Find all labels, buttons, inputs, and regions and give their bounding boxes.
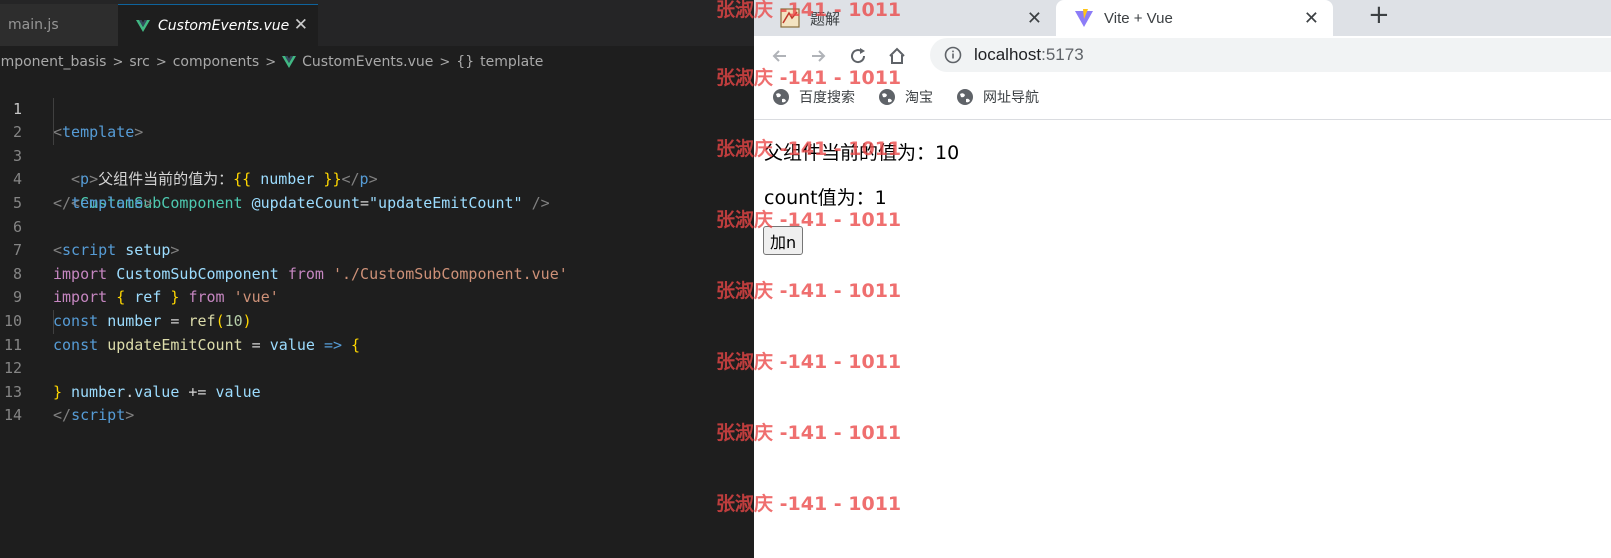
close-tab-icon[interactable]: ✕ <box>1304 8 1319 29</box>
code-line: 2 <p>父组件当前的值为：{{ number }}</p> <box>0 97 754 188</box>
code-line: 1 <template> <box>0 74 754 142</box>
code-line: 10 const updateEmitCount = value => { <box>0 286 754 354</box>
code-token: > <box>125 406 135 425</box>
tab-main-js[interactable]: main.js <box>0 4 118 46</box>
breadcrumb-components[interactable]: components <box>173 54 260 70</box>
watermark-text: 张淑庆 -141 - 1011 <box>716 422 902 444</box>
breadcrumb-separator: > <box>265 54 277 70</box>
close-tab-icon[interactable]: ✕ <box>294 16 308 34</box>
bookmark-label: 百度搜索 <box>799 90 855 106</box>
tab-label: CustomEvents.vue <box>158 17 290 34</box>
breadcrumb-symbol[interactable]: template <box>480 54 543 70</box>
vue-file-icon <box>136 19 150 32</box>
code-area[interactable]: 1 <template> 2 <p>父组件当前的值为：{{ number }}<… <box>0 74 754 425</box>
url-port: :5173 <box>1041 45 1084 64</box>
parent-value: 10 <box>935 142 960 164</box>
watermark-text: 张淑庆 -141 - 1011 <box>716 138 902 160</box>
breadcrumb-project[interactable]: omponent_basis <box>0 54 106 70</box>
info-icon[interactable] <box>944 46 962 64</box>
browser-tab-vite-vue[interactable]: Vite + Vue ✕ <box>1056 0 1333 36</box>
globe-icon <box>957 89 973 105</box>
bookmark-item[interactable]: 淘宝 <box>878 87 933 107</box>
breadcrumb-file[interactable]: CustomEvents.vue <box>302 54 433 70</box>
indent-guide <box>53 97 54 122</box>
watermark-text: 张淑庆 -141 - 1011 <box>716 280 902 302</box>
breadcrumb-separator: > <box>155 54 167 70</box>
bookmark-item[interactable]: 百度搜索 <box>772 87 855 107</box>
tab-label: main.js <box>8 17 59 33</box>
code-line: 11 number.value += value <box>0 309 754 401</box>
code-line: 12 } <box>0 334 754 401</box>
globe-icon <box>879 89 895 105</box>
watermark-text: 张淑庆 -141 - 1011 <box>716 351 902 373</box>
tab-custom-events-vue[interactable]: CustomEvents.vue ✕ <box>118 4 318 46</box>
code-editor: main.js CustomEvents.vue ✕ omponent_basi… <box>0 0 754 558</box>
globe-icon <box>773 89 789 105</box>
bookmark-label: 网址导航 <box>983 90 1039 106</box>
vue-file-icon <box>282 56 297 68</box>
bookmark-item[interactable]: 网址导航 <box>956 87 1039 107</box>
code-line: 8 import { ref } from 'vue' <box>0 239 754 307</box>
code-line: 3 <CustomSubComponent @updateCount="upda… <box>0 121 754 212</box>
watermark-text: 张淑庆 -141 - 1011 <box>716 67 902 89</box>
code-line: 13 </script> <box>0 357 754 425</box>
code-line: 6 <script setup> <box>0 192 754 260</box>
breadcrumb-separator: > <box>439 54 451 70</box>
vite-logo-icon <box>1075 9 1093 27</box>
watermark-text: 张淑庆 -141 - 1011 <box>716 493 902 515</box>
watermark-text: 张淑庆 -141 - 1011 <box>716 209 902 231</box>
code-line: 9 const number = ref(10) <box>0 263 754 330</box>
close-tab-icon[interactable]: ✕ <box>1027 8 1042 29</box>
watermark-text: 张淑庆 -141 - 1011 <box>716 0 902 21</box>
code-line: 14 <box>0 381 754 424</box>
line-number: 14 <box>3 406 22 425</box>
url-host: localhost <box>974 45 1042 64</box>
symbol-icon: {} <box>456 54 475 70</box>
indent-guide <box>53 121 54 145</box>
code-token: script <box>71 406 126 425</box>
breadcrumb: omponent_basis > src > components > Cust… <box>0 50 754 74</box>
new-tab-button[interactable]: + <box>1368 2 1390 28</box>
indent-guide <box>53 309 54 334</box>
address-bar[interactable]: localhost:5173 <box>930 38 1611 72</box>
breadcrumb-src[interactable]: src <box>129 54 149 70</box>
browser-tab-title: Vite + Vue <box>1104 9 1173 27</box>
bookmark-label: 淘宝 <box>905 90 933 106</box>
code-token: </ <box>53 406 72 425</box>
code-line: 5 <box>0 168 754 212</box>
code-line: 4 </template> <box>0 145 754 212</box>
editor-tab-bar: main.js CustomEvents.vue ✕ <box>0 0 754 46</box>
breadcrumb-separator: > <box>112 54 124 70</box>
code-line: 7 import CustomSubComponent from './Cust… <box>0 216 754 283</box>
